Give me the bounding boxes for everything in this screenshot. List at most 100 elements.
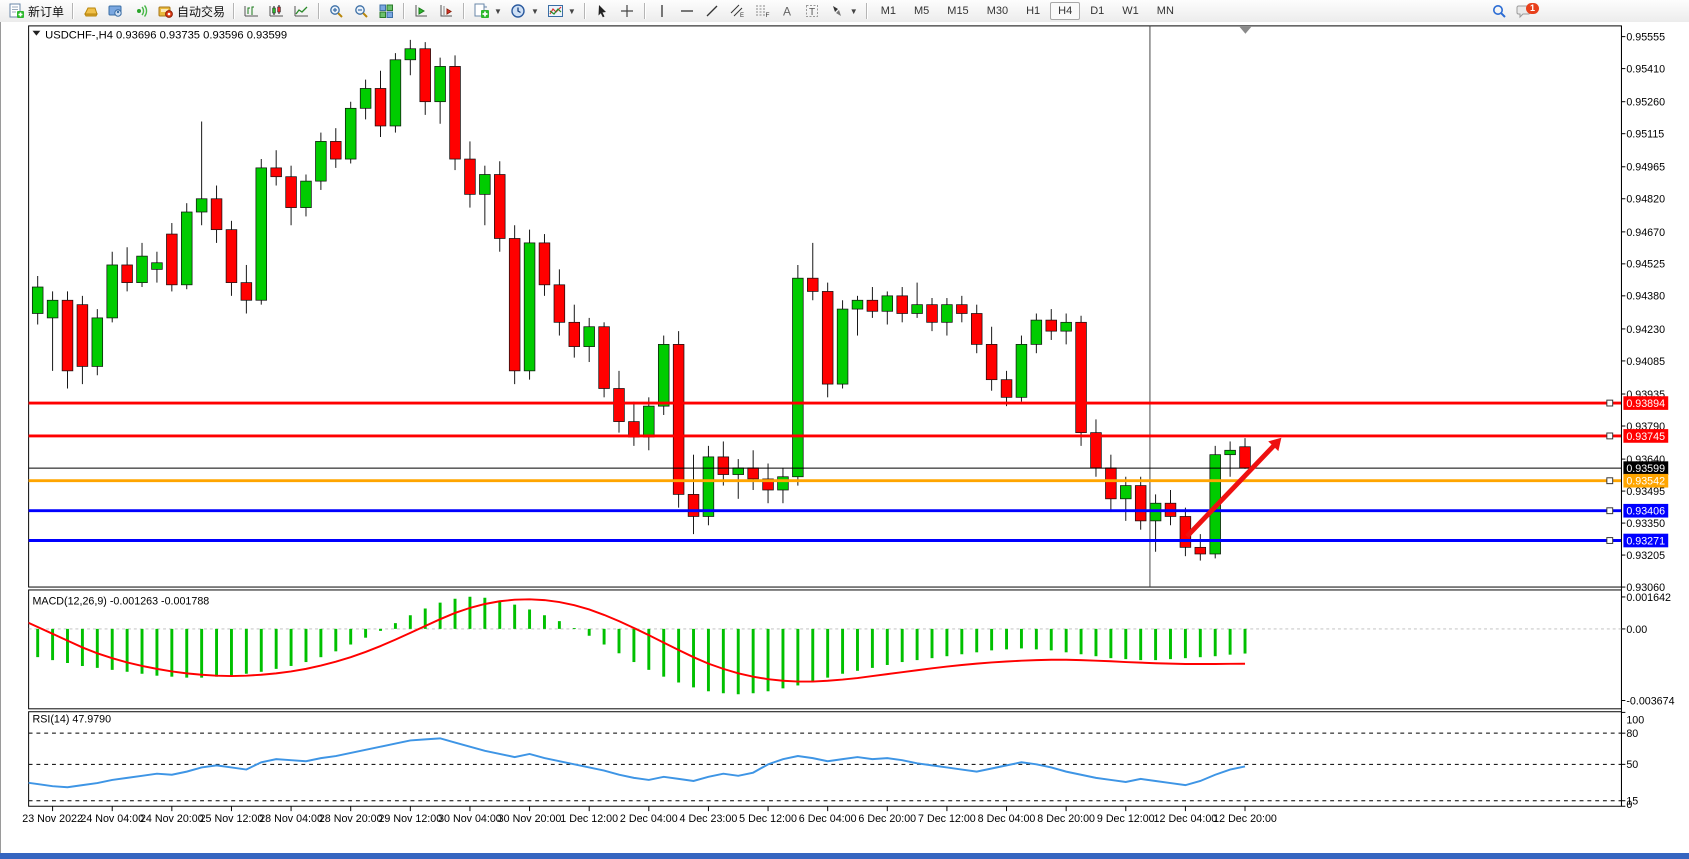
- svg-text:0.94670: 0.94670: [1626, 227, 1665, 239]
- line-handle: [1607, 508, 1613, 514]
- svg-text:F: F: [765, 12, 769, 19]
- svg-text:50: 50: [1626, 759, 1638, 771]
- separator: [318, 3, 320, 19]
- bar-chart-button[interactable]: [239, 2, 264, 20]
- auto-trade-label: 自动交易: [177, 3, 225, 20]
- search-icon[interactable]: [1491, 3, 1508, 19]
- auto-scroll-button[interactable]: [409, 2, 434, 20]
- svg-text:0.93495: 0.93495: [1626, 486, 1665, 498]
- profile-button[interactable]: [103, 2, 128, 20]
- svg-text:12 Dec 20:00: 12 Dec 20:00: [1213, 813, 1277, 825]
- new-template-button[interactable]: ▼: [469, 2, 506, 20]
- chevron-down-icon: ▼: [494, 7, 502, 16]
- chart-canvas[interactable]: USDCHF-,H4 0.93696 0.93735 0.93596 0.935…: [1, 22, 1689, 853]
- chart-shift-marker[interactable]: [1240, 27, 1252, 34]
- macd-pane: [23, 597, 1622, 694]
- svg-text:30 Nov 04:00: 30 Nov 04:00: [438, 813, 502, 825]
- tf-button-m5[interactable]: M5: [906, 2, 937, 20]
- svg-text:4 Dec 23:00: 4 Dec 23:00: [680, 813, 738, 825]
- svg-text:0.94380: 0.94380: [1626, 291, 1665, 303]
- tf-button-mn[interactable]: MN: [1149, 2, 1182, 20]
- trendline-button[interactable]: [700, 2, 725, 20]
- candlesticks: [17, 40, 1250, 561]
- svg-text:2 Dec 04:00: 2 Dec 04:00: [620, 813, 678, 825]
- svg-text:0.93599: 0.93599: [1626, 463, 1665, 475]
- collapse-triangle-icon: [33, 31, 41, 36]
- bar-chart-icon: [243, 3, 260, 19]
- text-label-button[interactable]: T: [800, 2, 825, 20]
- line-handle: [1607, 478, 1613, 484]
- svg-text:0.93205: 0.93205: [1626, 550, 1665, 562]
- indicators-button[interactable]: ▼: [543, 2, 580, 20]
- svg-text:A: A: [783, 5, 791, 19]
- toolbar: 新订单 自动交易 ▼ ▼ ▼ E F A T ▼: [0, 0, 1689, 23]
- svg-text:0.93894: 0.93894: [1626, 398, 1665, 410]
- vertical-line-button[interactable]: [650, 2, 675, 20]
- svg-text:0.93542: 0.93542: [1626, 476, 1665, 488]
- price-badge: 0.93271: [1623, 534, 1668, 548]
- zoom-in-button[interactable]: [324, 2, 349, 20]
- window-bottom-edge: [0, 853, 1689, 859]
- svg-text:0.95555: 0.95555: [1626, 32, 1665, 44]
- tf-button-w1[interactable]: W1: [1114, 2, 1147, 20]
- chart-shift-icon: [438, 3, 455, 19]
- price-badge: 0.93599: [1623, 461, 1668, 475]
- tf-button-m30[interactable]: M30: [979, 2, 1016, 20]
- auto-trade-button[interactable]: 自动交易: [153, 2, 229, 21]
- notification-badge: 1: [1526, 3, 1539, 14]
- tile-windows-button[interactable]: [374, 2, 399, 20]
- separator: [644, 3, 646, 19]
- svg-text:0.95260: 0.95260: [1626, 97, 1665, 109]
- zoom-out-button[interactable]: [349, 2, 374, 20]
- svg-text:0.94525: 0.94525: [1626, 259, 1665, 271]
- new-order-button[interactable]: 新订单: [4, 2, 68, 21]
- profile-icon: [107, 3, 124, 19]
- new-order-label: 新订单: [28, 3, 64, 20]
- periods-button[interactable]: ▼: [506, 2, 543, 20]
- cursor-icon: [594, 3, 611, 19]
- line-chart-button[interactable]: [289, 2, 314, 20]
- svg-text:0.94965: 0.94965: [1626, 162, 1665, 174]
- candle-chart-icon: [268, 3, 285, 19]
- svg-text:12 Dec 04:00: 12 Dec 04:00: [1154, 813, 1218, 825]
- arrows-button[interactable]: ▼: [825, 2, 862, 20]
- text-label-icon: T: [804, 3, 821, 19]
- auto-trade-icon: [157, 3, 174, 19]
- horizontal-line-button[interactable]: [675, 2, 700, 20]
- text-button[interactable]: A: [775, 2, 800, 20]
- tf-button-m1[interactable]: M1: [873, 2, 904, 20]
- signal-button[interactable]: [128, 2, 153, 20]
- auto-scroll-icon: [413, 3, 430, 19]
- separator: [403, 3, 405, 19]
- notifications-icon[interactable]: 1: [1516, 3, 1533, 19]
- svg-text:USDCHF-,H4 0.93696 0.93735 0.: USDCHF-,H4 0.93696 0.93735 0.93596 0.935…: [45, 30, 287, 42]
- tf-button-m15[interactable]: M15: [939, 2, 976, 20]
- equidistant-channel-button[interactable]: E: [725, 2, 750, 20]
- svg-text:80: 80: [1626, 728, 1638, 740]
- tf-button-h4[interactable]: H4: [1050, 2, 1080, 20]
- zoom-in-icon: [328, 3, 345, 19]
- crosshair-button[interactable]: [615, 2, 640, 20]
- line-handle: [1607, 400, 1613, 406]
- gold-bar-button[interactable]: [78, 2, 103, 20]
- svg-text:24 Nov 04:00: 24 Nov 04:00: [80, 813, 144, 825]
- tf-button-d1[interactable]: D1: [1082, 2, 1112, 20]
- svg-text:0: 0: [1626, 799, 1632, 811]
- signal-icon: [132, 3, 149, 19]
- candle-chart-button[interactable]: [264, 2, 289, 20]
- chart-window[interactable]: USDCHF-,H4 0.93696 0.93735 0.93596 0.935…: [0, 22, 1689, 853]
- horizontal-lines[interactable]: [29, 400, 1622, 543]
- tf-button-h1[interactable]: H1: [1018, 2, 1048, 20]
- cursor-button[interactable]: [590, 2, 615, 20]
- line-chart-icon: [293, 3, 310, 19]
- pane-frames: [29, 26, 1622, 806]
- fibonacci-button[interactable]: F: [750, 2, 775, 20]
- svg-text:100: 100: [1626, 714, 1644, 726]
- price-badge: 0.93542: [1623, 474, 1668, 488]
- separator: [463, 3, 465, 19]
- svg-text:23 Nov 2022: 23 Nov 2022: [22, 813, 83, 825]
- chart-title: USDCHF-,H4 0.93696 0.93735 0.93596 0.935…: [33, 30, 288, 42]
- chart-shift-button[interactable]: [434, 2, 459, 20]
- svg-text:0.95410: 0.95410: [1626, 63, 1665, 75]
- svg-text:0.94085: 0.94085: [1626, 356, 1665, 368]
